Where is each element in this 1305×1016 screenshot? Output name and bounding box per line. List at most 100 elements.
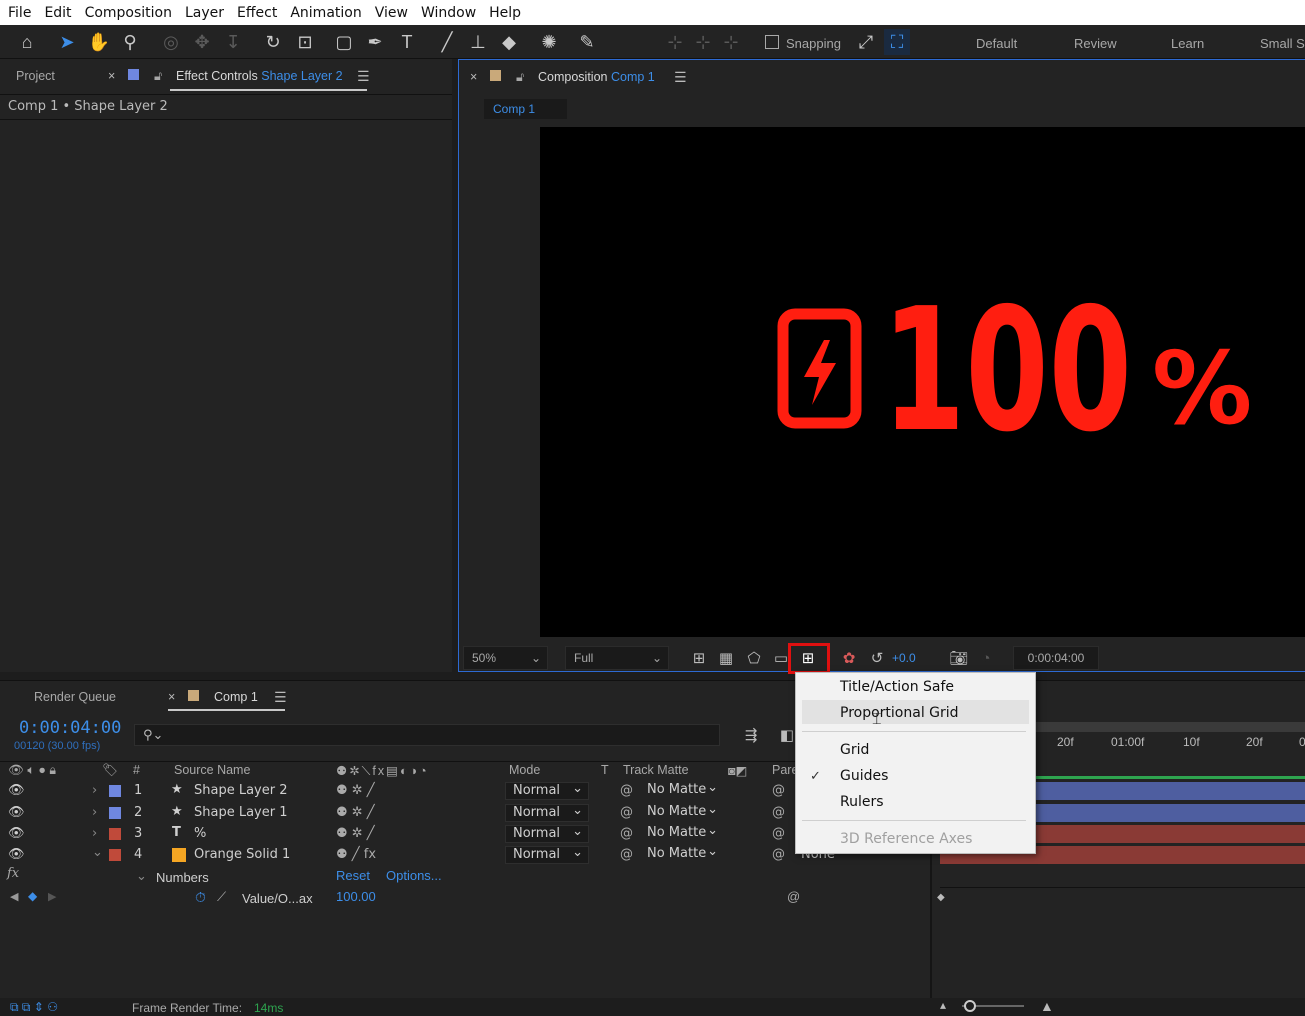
pan-camera-icon[interactable]: ✥ [189, 29, 215, 55]
menu-composition[interactable]: Composition [85, 5, 172, 21]
label-tag-icon[interactable]: 🏷︎ [102, 763, 118, 778]
tab-comp-1[interactable]: Comp 1 [214, 690, 258, 704]
blend-mode-select[interactable]: Normal ⌄ [505, 803, 589, 822]
menu-view[interactable]: View [375, 5, 408, 21]
reset-exposure-icon[interactable]: ↺ [866, 648, 888, 668]
layer-label-color[interactable] [109, 785, 121, 797]
eye-icon[interactable]: 👁︎ [8, 805, 25, 820]
snapping-checkbox[interactable] [765, 35, 779, 49]
property-value[interactable]: 100.00 [336, 889, 376, 904]
blend-mode-select[interactable]: Normal ⌄ [505, 845, 589, 864]
eye-icon[interactable]: 👁︎ [8, 783, 25, 798]
composition-mini-flowchart-icon[interactable]: ⇶ [740, 725, 762, 745]
chevron-down-icon[interactable]: ⌄ [92, 845, 103, 860]
parent-pickwhip-icon[interactable]: @ [772, 826, 785, 841]
dolly-camera-icon[interactable]: ↧ [220, 29, 246, 55]
zoom-out-icon[interactable]: ▴ [940, 998, 946, 1012]
layer-row[interactable]: 👁︎ › 2 ★ Shape Layer 1 ⚉ ✲ ╱ Normal ⌄ @ N… [0, 802, 930, 824]
current-time-display[interactable]: 0:00:04:00 [1013, 646, 1099, 670]
menu-item-proportional-grid[interactable]: Proportional Grid [840, 705, 959, 721]
type-tool-icon[interactable]: T [394, 29, 420, 55]
eye-icon[interactable]: 👁︎ [8, 826, 25, 841]
workspace-default[interactable]: Default [976, 36, 1017, 51]
effect-name[interactable]: Numbers [156, 870, 209, 885]
orbit-camera-icon[interactable]: ◎ [158, 29, 184, 55]
channel-rgb-icon[interactable]: ✿ [838, 648, 860, 668]
mask-visibility-icon[interactable]: ⬠ [743, 648, 765, 668]
zoom-in-icon[interactable]: ▲ [1040, 998, 1054, 1014]
tab-project[interactable]: Project [16, 69, 55, 83]
layer-row[interactable]: 👁︎ › 1 ★ Shape Layer 2 ⚉ ✲ ╱ Normal ⌄ @ N… [0, 780, 930, 802]
layer-switches[interactable]: ⚉ ✲ ╱ [336, 826, 375, 841]
layer-name[interactable]: Shape Layer 1 [194, 805, 288, 820]
menu-animation[interactable]: Animation [290, 5, 361, 21]
workspace-learn[interactable]: Learn [1171, 36, 1204, 51]
layer-label-color[interactable] [109, 807, 121, 819]
col-number[interactable]: # [133, 763, 140, 777]
col-source-name[interactable]: Source Name [174, 763, 250, 777]
selection-tool-icon[interactable]: ➤ [54, 29, 80, 55]
menu-file[interactable]: File [8, 5, 31, 21]
magnification-select[interactable]: 50% ⌄ [463, 646, 548, 670]
effect-options-link[interactable]: Options... [386, 868, 442, 883]
rotate-tool-icon[interactable]: ↻ [260, 29, 286, 55]
axis-local-icon[interactable]: ⊹ [662, 29, 688, 55]
resolution-select[interactable]: Full ⌄ [565, 646, 669, 670]
pen-tool-icon[interactable]: ✒ [362, 29, 388, 55]
menu-layer[interactable]: Layer [185, 5, 224, 21]
keyframe-marker[interactable]: ◆ [937, 892, 945, 903]
parent-pickwhip-icon[interactable]: @ [772, 783, 785, 798]
menu-item-grid[interactable]: Grid [840, 742, 869, 758]
eye-icon[interactable]: 👁︎ [8, 847, 25, 862]
layer-search-input[interactable]: ⚲⌄ [134, 724, 720, 746]
chevron-right-icon[interactable]: › [92, 783, 97, 798]
blend-mode-select[interactable]: Normal ⌄ [505, 781, 589, 800]
menu-item-title-action-safe[interactable]: Title/Action Safe [840, 679, 954, 695]
fast-previews-icon[interactable]: ⊞ [688, 648, 710, 668]
col-t[interactable]: T [601, 763, 609, 777]
close-icon[interactable]: × [470, 70, 477, 84]
clone-stamp-icon[interactable]: ⊥ [465, 29, 491, 55]
stopwatch-icon[interactable]: ⏱︎ [195, 889, 206, 906]
puppet-pin-icon[interactable]: ✎ [574, 29, 600, 55]
col-track-matte[interactable]: Track Matte [623, 763, 689, 777]
snap-features-icon[interactable]: ⛶ [884, 29, 910, 55]
tab-composition[interactable]: Composition Comp 1 [538, 70, 655, 84]
layer-label-color[interactable] [109, 828, 121, 840]
chevron-right-icon[interactable]: › [92, 805, 97, 820]
pickwhip-icon[interactable]: @ [620, 805, 633, 820]
menu-edit[interactable]: Edit [44, 5, 71, 21]
transparency-grid-icon[interactable]: ▦ [715, 648, 737, 668]
track-matte-select[interactable]: No Matte ⌄ [640, 844, 720, 864]
pickwhip-icon[interactable]: @ [620, 847, 633, 862]
effect-reset-link[interactable]: Reset [336, 868, 370, 883]
composition-canvas[interactable]: 100 % [540, 127, 1305, 637]
pickwhip-icon[interactable]: @ [620, 826, 633, 841]
layer-row[interactable]: 👁︎ › 3 T % ⚉ ✲ ╱ Normal ⌄ @ No Matte ⌄ @ [0, 823, 930, 845]
current-time[interactable]: 0:00:04:00 [19, 718, 121, 738]
layer-label-color[interactable] [109, 849, 121, 861]
hand-tool-icon[interactable]: ✋ [86, 29, 112, 55]
close-icon[interactable]: × [168, 690, 175, 704]
panel-menu-icon[interactable]: ☰ [274, 689, 287, 706]
roto-brush-icon[interactable]: ✺ [536, 29, 562, 55]
tab-render-queue[interactable]: Render Queue [34, 690, 116, 704]
layer-switches[interactable]: ⚉ ╱ fx [336, 847, 376, 862]
show-snapshot-icon[interactable]: ◔ [975, 648, 997, 668]
next-keyframe-icon[interactable]: ▶ [48, 890, 56, 903]
chevron-right-icon[interactable]: › [92, 826, 97, 841]
layer-name[interactable]: Shape Layer 2 [194, 783, 288, 798]
pickwhip-icon[interactable]: @ [620, 783, 633, 798]
menu-item-rulers[interactable]: Rulers [840, 794, 884, 810]
col-mode[interactable]: Mode [509, 763, 540, 777]
graph-icon[interactable]: ⟋ [217, 889, 226, 905]
menu-window[interactable]: Window [421, 5, 476, 21]
layer-switches[interactable]: ⚉ ✲ ╱ [336, 805, 375, 820]
comp-navigator-tab[interactable]: Comp 1 [484, 99, 567, 119]
menu-effect[interactable]: Effect [237, 5, 277, 21]
expression-pickwhip-icon[interactable]: @ [787, 889, 800, 904]
menu-help[interactable]: Help [489, 5, 521, 21]
exposure-value[interactable]: +0.0 [892, 651, 916, 665]
track-matte-select[interactable]: No Matte ⌄ [640, 823, 720, 843]
snap-edges-icon[interactable]: ⤢ [853, 29, 879, 55]
